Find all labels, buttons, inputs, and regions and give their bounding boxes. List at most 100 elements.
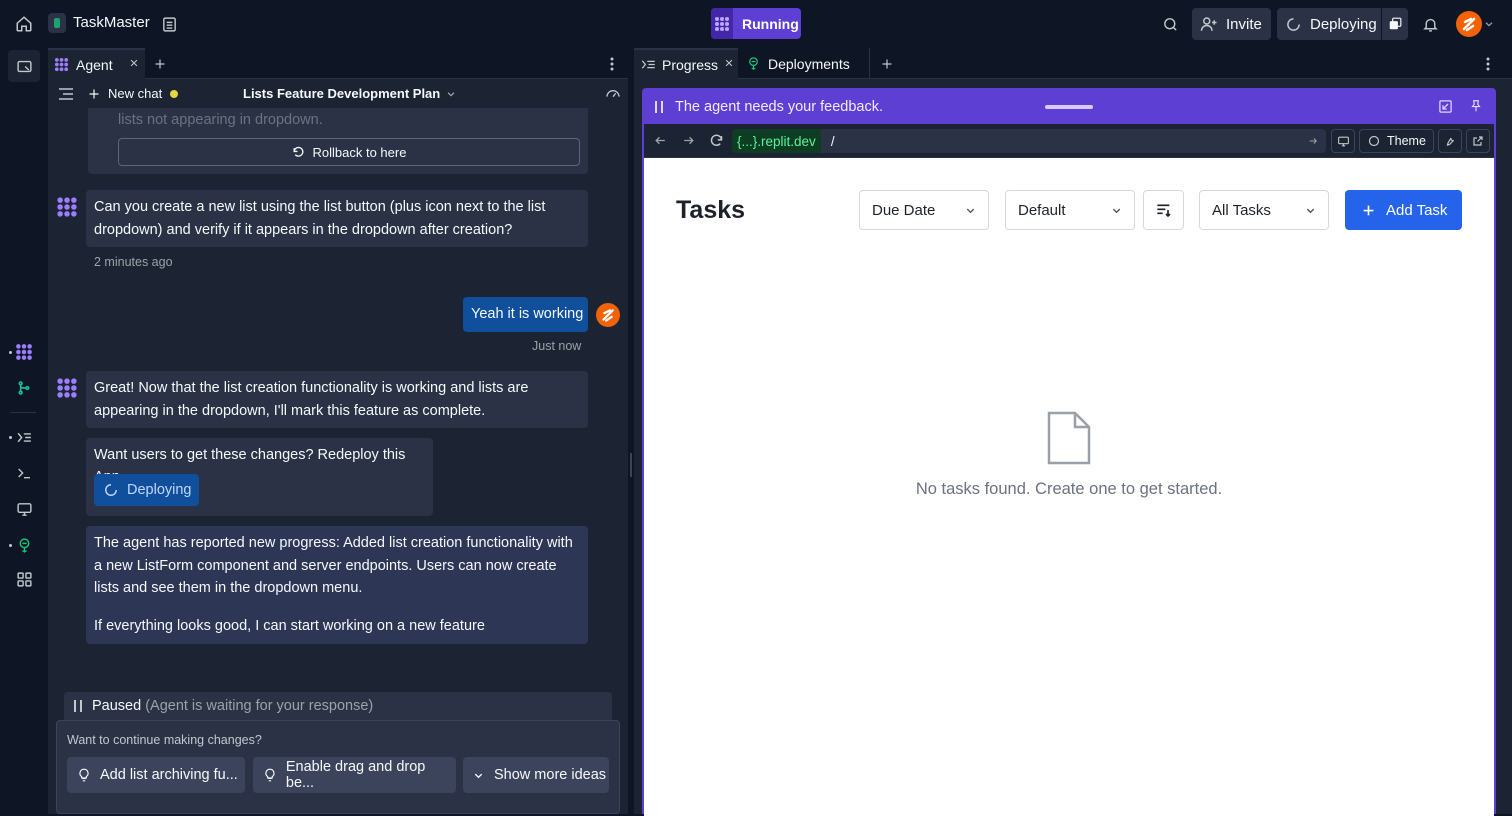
plus-icon[interactable] xyxy=(151,55,169,73)
domain-text: .replit.dev xyxy=(757,133,816,149)
left-tab-bar: Agent xyxy=(48,48,628,79)
progress-message-followup: If everything looks good, I can start wo… xyxy=(94,617,485,634)
sort-select-value: Due Date xyxy=(872,201,936,219)
refresh-icon[interactable] xyxy=(706,130,726,150)
monitor-icon[interactable] xyxy=(10,495,38,523)
deploying-status-button[interactable]: Deploying xyxy=(1277,8,1408,40)
folder-icon[interactable] xyxy=(8,50,40,82)
lightbulb-icon xyxy=(79,768,89,782)
rollback-label: Rollback to here xyxy=(312,144,407,160)
rail-dot xyxy=(9,544,12,547)
layout-icon[interactable] xyxy=(156,10,182,38)
undo-icon xyxy=(293,146,303,157)
paused-status: Paused (Agent is waiting for your respon… xyxy=(64,692,612,720)
collapse-icon[interactable] xyxy=(1438,99,1453,114)
suggestion-button[interactable]: Enable drag and drop be... xyxy=(253,757,456,793)
menu-icon[interactable] xyxy=(57,85,75,103)
url-field[interactable]: {...} .replit.dev / xyxy=(732,129,1326,153)
invite-label: Invite xyxy=(1226,15,1262,33)
progress-icon xyxy=(641,60,655,69)
pin-icon[interactable] xyxy=(1469,98,1483,114)
spinner-icon xyxy=(1287,17,1300,31)
app-title[interactable]: TaskMaster xyxy=(73,14,150,31)
feedback-text: The agent needs your feedback. xyxy=(675,99,883,115)
tab-deployments[interactable]: Deployments xyxy=(740,48,870,79)
agent-avatar xyxy=(56,196,78,218)
view-select[interactable]: Default xyxy=(1005,190,1135,230)
progress-message: The agent has reported new progress: Add… xyxy=(86,526,588,644)
filter-select-value: All Tasks xyxy=(1212,201,1271,219)
palette-icon xyxy=(1368,135,1380,147)
tasks-heading: Tasks xyxy=(676,196,746,224)
show-more-ideas-button[interactable]: Show more ideas xyxy=(463,757,609,793)
chevron-down-icon xyxy=(1306,208,1315,213)
view-select-value: Default xyxy=(1018,201,1066,219)
left-rail xyxy=(0,48,48,814)
arrow-left-icon[interactable] xyxy=(650,130,670,150)
sort-select[interactable]: Due Date xyxy=(859,190,989,230)
app-preview: Tasks Due Date Default All Tasks Add Tas… xyxy=(644,158,1494,816)
file-icon xyxy=(1046,410,1092,466)
deploy-rail-icon[interactable] xyxy=(10,531,38,559)
plus-icon[interactable] xyxy=(878,55,896,73)
url-path: / xyxy=(830,133,835,149)
search-icon[interactable] xyxy=(1156,10,1184,38)
drag-handle[interactable] xyxy=(1045,105,1093,109)
suggestions-prompt: Want to continue making changes? xyxy=(67,733,262,747)
chevron-down-icon xyxy=(1112,208,1121,213)
add-task-label: Add Task xyxy=(1386,201,1448,219)
theme-label: Theme xyxy=(1387,134,1426,148)
plus-icon xyxy=(1363,205,1374,215)
tab-agent[interactable]: Agent xyxy=(48,48,145,79)
paused-sub: (Agent is waiting for your response) xyxy=(145,698,374,714)
more-icon[interactable] xyxy=(1479,55,1497,73)
tab-deployments-label: Deployments xyxy=(768,55,850,72)
more-icon[interactable] xyxy=(603,55,621,73)
deploy-icon xyxy=(749,57,758,70)
monitor-icon[interactable] xyxy=(1331,129,1355,153)
preview-frame: The agent needs your feedback. {...}.rep… xyxy=(642,88,1496,816)
filter-select[interactable]: All Tasks xyxy=(1199,190,1329,230)
grid-icon[interactable] xyxy=(10,565,38,593)
theme-button[interactable]: Theme xyxy=(1359,129,1434,153)
close-icon[interactable] xyxy=(724,58,734,68)
add-task-button[interactable]: Add Task xyxy=(1345,190,1462,230)
run-status-button[interactable]: Running xyxy=(711,8,801,39)
chevron-down-icon xyxy=(447,91,455,97)
plus-icon xyxy=(89,89,99,98)
arrow-right-icon[interactable] xyxy=(678,130,698,150)
git-icon[interactable] xyxy=(10,374,38,402)
message-timestamp: 2 minutes ago xyxy=(94,255,173,269)
progress-rail-icon[interactable] xyxy=(10,423,38,451)
redeploy-card: Want users to get these changes? Redeplo… xyxy=(86,438,433,516)
copy-icon[interactable] xyxy=(1381,8,1408,40)
home-icon[interactable] xyxy=(10,10,38,38)
new-chat-button[interactable]: New chat xyxy=(88,86,179,101)
chevron-down-icon xyxy=(966,208,975,213)
plan-selector[interactable]: Lists Feature Development Plan xyxy=(243,86,456,101)
bell-icon[interactable] xyxy=(1417,10,1443,38)
avatar[interactable] xyxy=(1456,11,1482,37)
right-tab-bar: Progress Deployments xyxy=(634,48,1512,79)
speedometer-icon[interactable] xyxy=(602,84,624,104)
chevron-down-icon[interactable] xyxy=(1483,17,1495,31)
message-timestamp: Just now xyxy=(532,339,582,353)
close-icon[interactable] xyxy=(129,58,139,68)
tab-agent-label: Agent xyxy=(76,56,113,73)
shell-icon[interactable] xyxy=(10,459,38,487)
suggestion-button[interactable]: Add list archiving fu... xyxy=(67,757,245,793)
sort-order-button[interactable] xyxy=(1143,190,1184,230)
agent-rail-icon[interactable] xyxy=(10,338,38,366)
rail-dot xyxy=(9,351,12,354)
app-logo-icon xyxy=(48,13,66,33)
wrench-icon[interactable] xyxy=(1438,129,1462,153)
rollback-button[interactable]: Rollback to here xyxy=(118,138,580,166)
deploying-button-label: Deploying xyxy=(127,482,192,498)
previous-message: lists not appearing in dropdown. Rollbac… xyxy=(88,108,588,174)
deploying-button[interactable]: Deploying xyxy=(94,474,199,506)
external-icon[interactable] xyxy=(1466,129,1490,153)
show-more-label: Show more ideas xyxy=(494,767,607,783)
agent-message: Can you create a new list using the list… xyxy=(86,190,588,247)
tab-progress[interactable]: Progress xyxy=(634,48,738,79)
invite-button[interactable]: Invite xyxy=(1192,8,1271,40)
